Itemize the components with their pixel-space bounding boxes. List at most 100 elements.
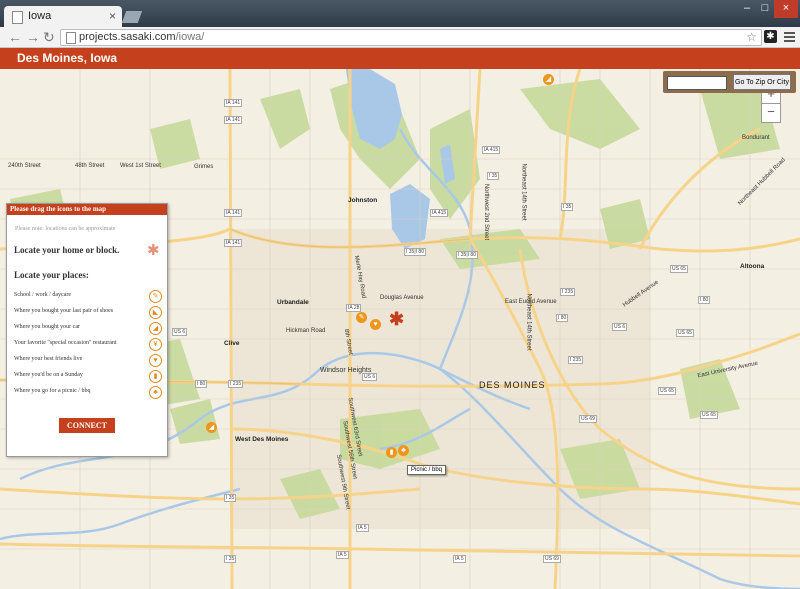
highway-shield: I 35	[224, 555, 237, 563]
car-marker[interactable]: ◢	[206, 422, 217, 433]
street-label: 48th Street	[75, 163, 105, 169]
zip-city-input[interactable]	[667, 76, 727, 90]
place-row-car: Where you bought your car ◢	[14, 322, 162, 336]
city-label-des-moines: DES MOINES	[479, 380, 546, 390]
close-window-button[interactable]: ×	[774, 0, 798, 18]
highway-shield: I 35|I 80	[456, 251, 478, 259]
sunday-marker[interactable]: ▮	[386, 447, 397, 458]
highway-shield: US 69	[579, 415, 597, 423]
car-marker[interactable]: ◢	[543, 74, 554, 85]
zoom-out-button[interactable]: −	[761, 103, 781, 123]
extension-icon[interactable]: ✱	[764, 30, 777, 43]
highway-shield: IA 5	[336, 551, 349, 559]
city-label-johnston: Johnston	[348, 197, 378, 204]
home-heading: Locate your home or block.	[14, 245, 120, 255]
highway-shield: IA 5	[453, 555, 466, 563]
highway-shield: US 65	[676, 329, 694, 337]
street-label: Northeast 14th Street	[525, 293, 532, 351]
city-label-clive: Clive	[224, 340, 240, 347]
street-label: Hickman Road	[286, 328, 326, 334]
connect-button[interactable]: CONNECT	[59, 418, 115, 433]
address-bar[interactable]: projects.sasaki.com/iowa/ ☆	[60, 29, 762, 46]
place-row-sunday: Where you'd be on a Sunday ▮	[14, 370, 162, 384]
city-label-west-des-moines: West Des Moines	[235, 436, 289, 443]
street-label: Douglas Avenue	[380, 295, 424, 301]
url-text: projects.sasaki.com/iowa/	[79, 31, 205, 43]
school-icon[interactable]: ✎	[149, 290, 162, 303]
highway-shield: I 35|I 80	[404, 248, 426, 256]
city-label-altoona: Altoona	[740, 263, 765, 270]
home-asterisk-icon[interactable]: ✱	[147, 241, 160, 259]
highway-shield: IA 415	[482, 146, 501, 154]
panel-note: Please note: locations can be approximat…	[15, 226, 116, 232]
street-label: Northeast 14th Street	[520, 163, 527, 221]
bookmark-star-icon[interactable]: ☆	[746, 30, 757, 45]
highway-shield: IA 28	[346, 304, 362, 312]
highway-shield: US 6	[172, 328, 188, 336]
marker-tooltip: Picnic / bbq	[407, 465, 447, 475]
tab-title: Iowa	[28, 10, 52, 22]
highway-shield: IA 5	[356, 524, 369, 532]
highway-shield: IA 141	[224, 116, 243, 124]
menu-icon[interactable]	[784, 30, 795, 44]
heart-icon[interactable]: ♥	[149, 354, 162, 367]
city-label-bondurant: Bondurant	[742, 135, 770, 141]
picnic-marker[interactable]: ♣	[398, 445, 409, 456]
restaurant-icon[interactable]: ¥	[149, 338, 162, 351]
highway-shield: US 65	[658, 387, 676, 395]
highway-shield: I 35	[487, 172, 500, 180]
place-row-friends: Where your best friends live ♥	[14, 354, 162, 368]
highway-shield: US 65	[670, 265, 688, 273]
highway-shield: I 80	[195, 380, 208, 388]
shoe-icon[interactable]: ◣	[149, 306, 162, 319]
highway-shield: I 80	[698, 296, 711, 304]
highway-shield: IA 415	[430, 209, 449, 217]
highway-shield: I 80	[556, 314, 569, 322]
place-row-shoes: Where you bought your last pair of shoes…	[14, 306, 162, 320]
highway-shield: I 235	[228, 380, 244, 388]
highway-shield: IA 141	[224, 99, 243, 107]
city-label-grimes: Grimes	[194, 164, 214, 170]
reload-icon[interactable]: ↻	[43, 29, 55, 46]
page-icon	[66, 32, 76, 44]
highway-shield: IA 141	[224, 209, 243, 217]
city-label-urbandale: Urbandale	[277, 299, 309, 306]
picnic-icon[interactable]: ♣	[149, 386, 162, 399]
highway-shield: I 35	[561, 203, 574, 211]
minimize-button[interactable]: –	[738, 0, 756, 18]
browser-tab-strip: Iowa × – □ ×	[0, 0, 800, 27]
highway-shield: US 6	[362, 373, 378, 381]
place-row-school: School / work / daycare ✎	[14, 290, 162, 304]
street-label: 240th Street	[8, 163, 41, 169]
school-marker[interactable]: ✎	[356, 312, 367, 323]
sunday-icon[interactable]: ▮	[149, 370, 162, 383]
maximize-button[interactable]: □	[756, 0, 774, 18]
street-label: West 1st Street	[120, 163, 161, 169]
app-header: Des Moines, Iowa	[0, 48, 800, 69]
highway-shield: IA 141	[224, 239, 243, 247]
highway-shield: US 65	[700, 411, 718, 419]
place-row-picnic: Where you go for a picnic / bbq ♣	[14, 386, 162, 400]
go-to-zip-button[interactable]: Go To Zip Or City	[733, 74, 791, 90]
drag-icons-panel: Please drag the icons to the map Please …	[6, 203, 168, 457]
highway-shield: US 69	[543, 555, 561, 563]
places-heading: Locate your places:	[14, 270, 89, 280]
heart-marker[interactable]: ♥	[370, 319, 381, 330]
back-arrow-icon[interactable]: ←	[8, 29, 22, 45]
zip-search-box: Go To Zip Or City	[663, 71, 796, 93]
panel-title: Please drag the icons to the map	[7, 204, 167, 215]
forward-arrow-icon[interactable]: →	[26, 29, 40, 45]
page-title: Des Moines, Iowa	[17, 51, 118, 65]
highway-shield: I 35	[224, 494, 237, 502]
highway-shield: I 235	[568, 356, 584, 364]
highway-shield: I 235	[560, 288, 576, 296]
new-tab-button[interactable]	[121, 11, 143, 23]
browser-tab[interactable]: Iowa ×	[4, 6, 122, 27]
close-tab-icon[interactable]: ×	[109, 9, 116, 23]
place-row-restaurant: Your favorite "special occasion" restaur…	[14, 338, 162, 352]
home-marker[interactable]: ✱	[389, 309, 404, 330]
street-label: Northwest 2nd Street	[483, 183, 490, 241]
highway-shield: US 6	[612, 323, 628, 331]
browser-toolbar: ← → ↻ projects.sasaki.com/iowa/ ☆	[0, 27, 800, 48]
car-icon[interactable]: ◢	[149, 322, 162, 335]
